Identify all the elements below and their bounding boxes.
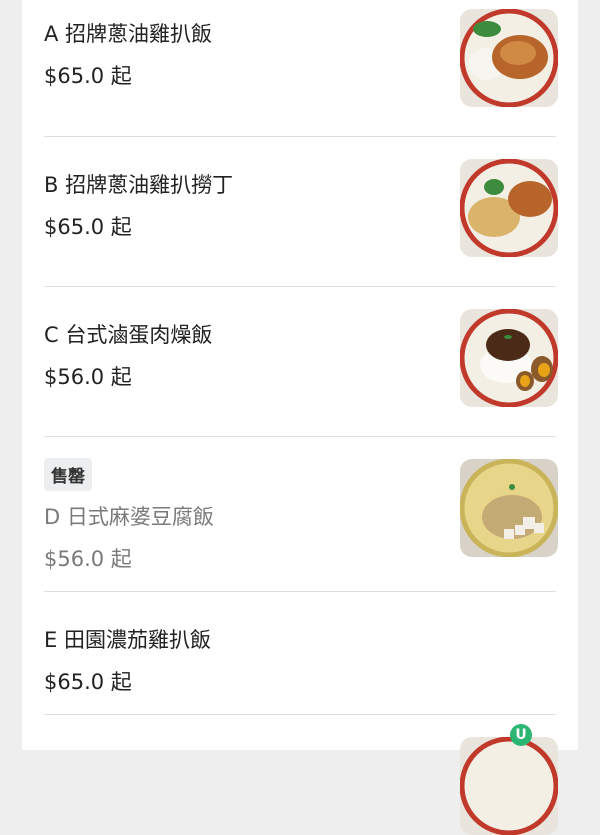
item-name: C 台式滷蛋肉燥飯 <box>44 323 213 347</box>
menu-panel: A 招牌蔥油雞扒飯 $65.0 起 B 招牌蔥油雞扒撈丁 $65.0 起 C 台… <box>22 0 578 835</box>
item-price: $65.0 起 <box>44 215 132 239</box>
item-photo[interactable] <box>460 459 558 557</box>
item-photo[interactable] <box>460 9 558 107</box>
item-name: B 招牌蔥油雞扒撈丁 <box>44 173 234 197</box>
menu-item[interactable]: 售罄 D 日式麻婆豆腐飯 $56.0 起 <box>44 437 558 592</box>
menu-item[interactable]: A 招牌蔥油雞扒飯 $65.0 起 <box>44 0 558 137</box>
sold-out-badge: 售罄 <box>44 458 92 491</box>
menu-item[interactable]: B 招牌蔥油雞扒撈丁 $65.0 起 <box>44 137 558 287</box>
item-name: A 招牌蔥油雞扒飯 <box>44 22 213 46</box>
menu-item[interactable]: C 台式滷蛋肉燥飯 $56.0 起 <box>44 287 558 437</box>
watermark-logo: U <box>510 724 532 746</box>
item-photo[interactable] <box>460 309 558 407</box>
item-name: D 日式麻婆豆腐飯 <box>44 505 214 529</box>
item-price: $56.0 起 <box>44 547 132 571</box>
item-photo[interactable] <box>460 159 558 257</box>
item-price: $65.0 起 <box>44 64 132 88</box>
menu-item-partial[interactable] <box>44 715 558 835</box>
menu-item[interactable]: E 田園濃茄雞扒飯 $65.0 起 <box>44 592 556 715</box>
item-price: $56.0 起 <box>44 365 132 389</box>
item-name: E 田園濃茄雞扒飯 <box>44 628 211 652</box>
item-price: $65.0 起 <box>44 670 132 694</box>
item-photo[interactable] <box>460 737 558 835</box>
